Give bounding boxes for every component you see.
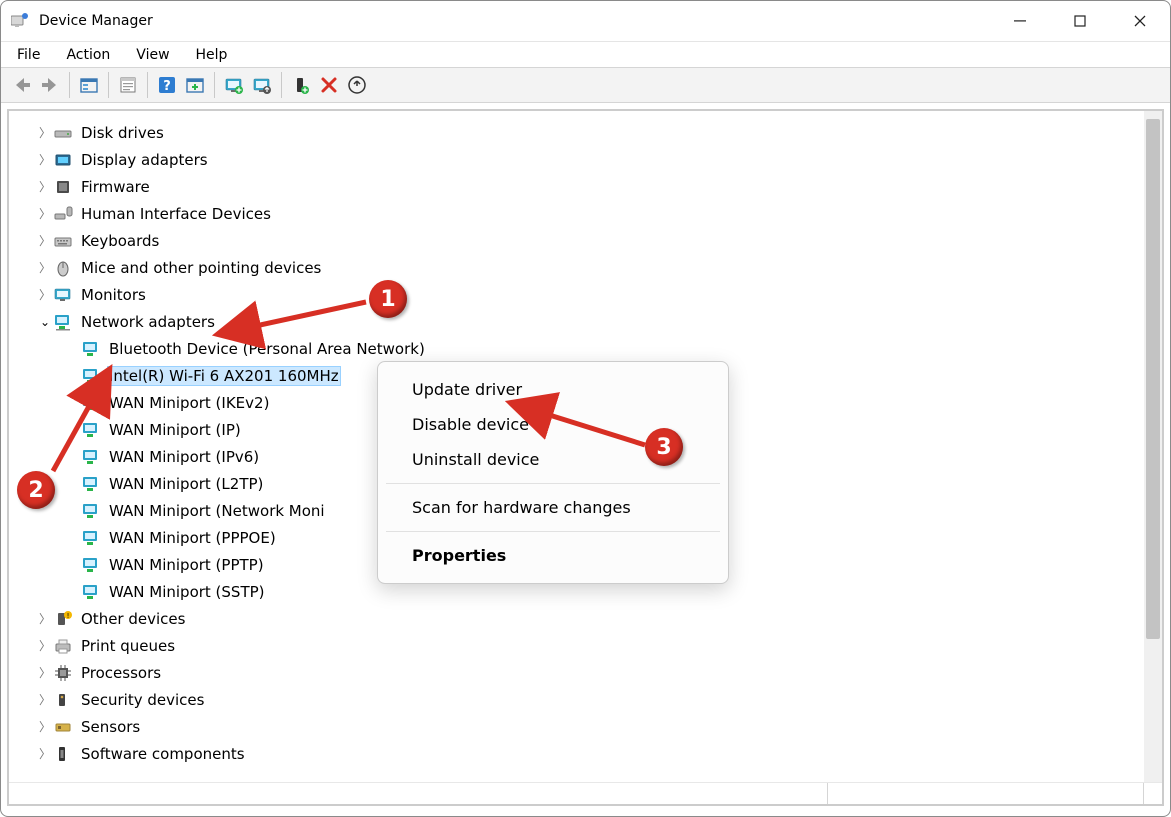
network-device-icon [81,474,101,494]
window-controls [990,1,1170,41]
network-device-icon [81,393,101,413]
display-adapter-icon [53,150,73,170]
toolbar-separator [108,72,109,98]
context-menu: Update driver Disable device Uninstall d… [377,361,729,584]
sensors-icon [53,717,73,737]
keyboard-icon [53,231,73,251]
ctx-properties[interactable]: Properties [378,538,728,573]
software-component-icon [53,744,73,764]
nav-forward-button[interactable] [37,72,63,98]
network-device-icon [81,501,101,521]
printer-icon [53,636,73,656]
toolbar-separator [147,72,148,98]
network-device-icon [81,420,101,440]
menubar: File Action View Help [1,41,1170,67]
network-device-icon [81,339,101,359]
disk-drive-icon [53,123,73,143]
processor-icon [53,663,73,683]
annotation-badge-1: 1 [369,280,407,318]
update-driver-button[interactable] [221,72,247,98]
toolbar: ? [1,67,1170,103]
tree-item-keyboards[interactable]: 〉Keyboards [13,227,1158,254]
tree-item-monitors[interactable]: 〉Monitors [13,281,1158,308]
network-device-icon [81,528,101,548]
toolbar-separator [69,72,70,98]
toolbar-separator [281,72,282,98]
tree-panel: 〉Disk drives 〉Display adapters 〉Firmware… [7,109,1164,806]
ctx-separator [386,531,720,532]
monitor-icon [53,285,73,305]
window-title: Device Manager [39,13,990,29]
annotation-badge-2: 2 [17,471,55,509]
ctx-scan-hardware[interactable]: Scan for hardware changes [378,490,728,525]
other-devices-icon: ! [53,609,73,629]
menu-view[interactable]: View [130,45,175,65]
tree-item-network-adapters[interactable]: ⌄Network adapters [13,308,1158,335]
minimize-button[interactable] [990,1,1050,41]
annotation-badge-3: 3 [645,428,683,466]
disable-button[interactable] [249,72,275,98]
vertical-scrollbar[interactable] [1144,111,1162,782]
uninstall-button[interactable] [316,72,342,98]
tree-item-mice[interactable]: 〉Mice and other pointing devices [13,254,1158,281]
menu-file[interactable]: File [11,45,46,65]
show-hidden-button[interactable] [76,72,102,98]
toolbar-separator [214,72,215,98]
titlebar: Device Manager [1,1,1170,41]
properties-button[interactable] [115,72,141,98]
tree-item-print-queues[interactable]: 〉Print queues [13,632,1158,659]
nav-back-button[interactable] [9,72,35,98]
help-button[interactable]: ? [154,72,180,98]
enable-device-button[interactable] [288,72,314,98]
app-icon [11,12,29,30]
svg-text:?: ? [163,79,171,94]
tree-item-firmware[interactable]: 〉Firmware [13,173,1158,200]
tree-item-software-components[interactable]: 〉Software components [13,740,1158,767]
network-device-icon [81,447,101,467]
maximize-button[interactable] [1050,1,1110,41]
tree-item-hid[interactable]: 〉Human Interface Devices [13,200,1158,227]
tree-item-disk-drives[interactable]: 〉Disk drives [13,119,1158,146]
ctx-separator [386,483,720,484]
security-icon [53,690,73,710]
svg-text:!: ! [67,612,70,620]
firmware-icon [53,177,73,197]
network-device-icon [81,582,101,602]
hid-icon [53,204,73,224]
scan-button[interactable] [182,72,208,98]
network-device-icon [81,366,101,386]
tree-item-other-devices[interactable]: 〉!Other devices [13,605,1158,632]
close-button[interactable] [1110,1,1170,41]
network-adapter-icon [53,312,73,332]
tree-item-bt-pan[interactable]: Bluetooth Device (Personal Area Network) [13,335,1158,362]
legacy-add-button[interactable] [344,72,370,98]
mouse-icon [53,258,73,278]
tree-item-display-adapters[interactable]: 〉Display adapters [13,146,1158,173]
menu-help[interactable]: Help [190,45,234,65]
tree-item-processors[interactable]: 〉Processors [13,659,1158,686]
status-bar [9,782,1162,804]
tree-item-security-devices[interactable]: 〉Security devices [13,686,1158,713]
network-device-icon [81,555,101,575]
menu-action[interactable]: Action [60,45,116,65]
tree-item-sensors[interactable]: 〉Sensors [13,713,1158,740]
ctx-update-driver[interactable]: Update driver [378,372,728,407]
